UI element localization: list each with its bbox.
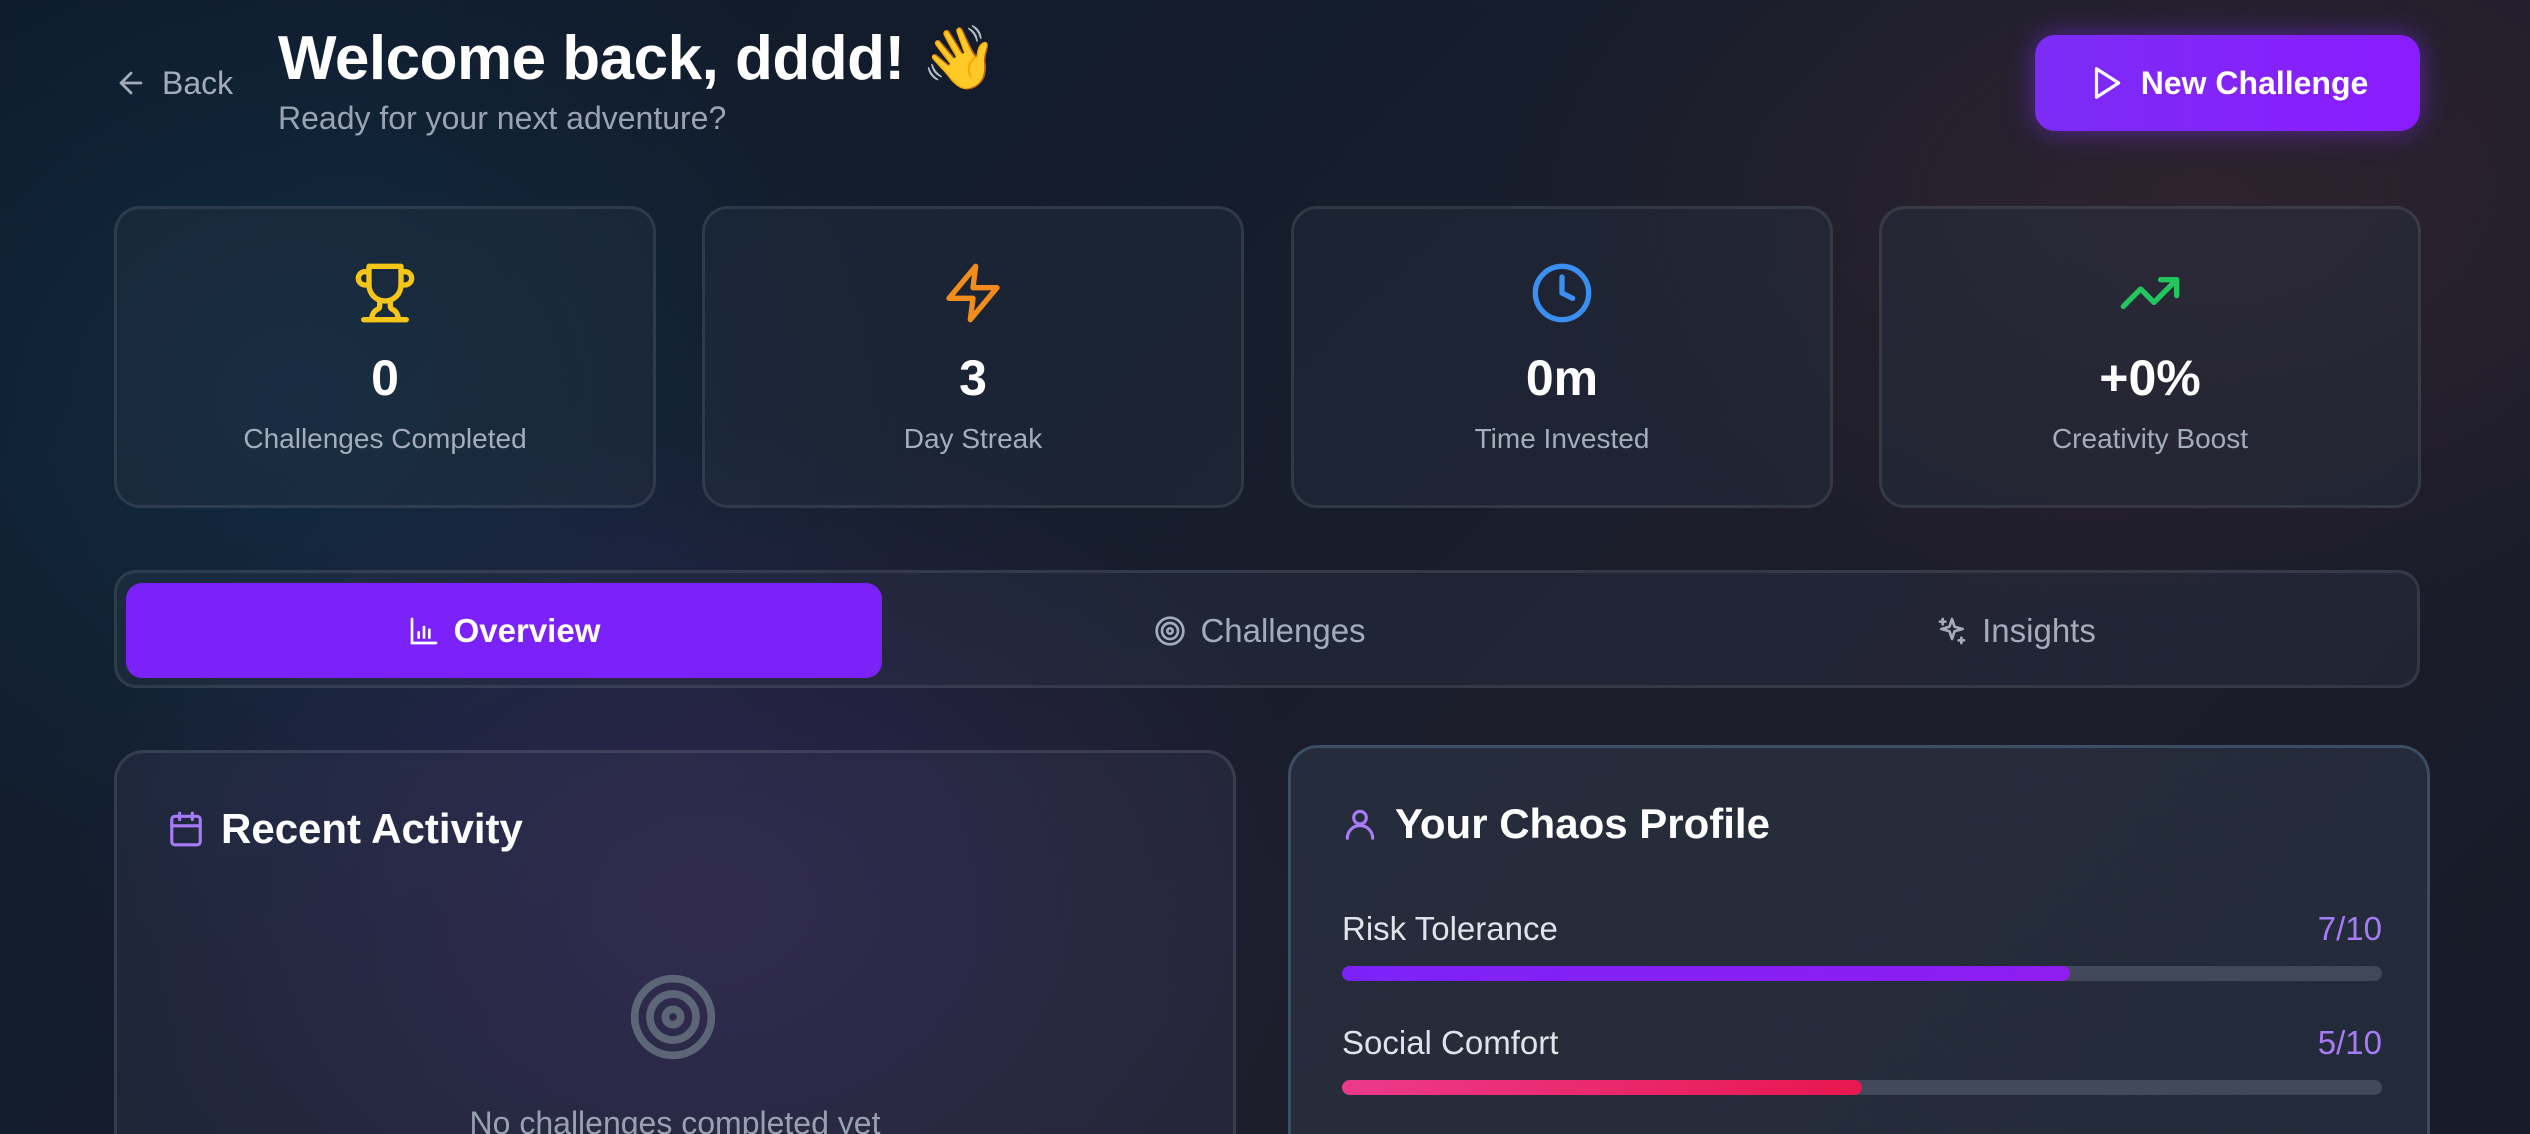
- stat-label: Day Streak: [903, 423, 1043, 454]
- trait-score: 5/10: [2317, 1024, 2382, 1061]
- tab-challenges[interactable]: Challenges: [882, 583, 1638, 678]
- stat-card-time-invested: 0m Time Invested: [1291, 206, 1833, 508]
- trait-social-comfort: Social Comfort 5/10: [1342, 1020, 2382, 1095]
- tab-label: Insights: [1982, 611, 2096, 649]
- recent-activity-panel: Recent Activity No challenges completed …: [114, 750, 1236, 1134]
- tab-label: Overview: [453, 611, 601, 649]
- chaos-profile-panel: Your Chaos Profile Risk Tolerance 7/10 S…: [1288, 745, 2430, 1134]
- stat-label: Creativity Boost: [2051, 423, 2249, 454]
- new-challenge-button[interactable]: New Challenge: [2035, 35, 2420, 131]
- back-label: Back: [162, 64, 234, 101]
- bar-chart-icon: [410, 617, 437, 644]
- chaos-profile-title: Your Chaos Profile: [1395, 800, 1770, 847]
- tab-overview[interactable]: Overview: [126, 583, 882, 678]
- trait-score: 7/10: [2317, 910, 2382, 947]
- stat-value: +0%: [2099, 350, 2201, 406]
- target-icon: [1155, 615, 1186, 646]
- recent-activity-header: Recent Activity: [167, 805, 523, 853]
- trending-up-icon: [2120, 277, 2180, 309]
- trait-name: Social Comfort: [1342, 1024, 1559, 1061]
- stat-card-challenges-completed: 0 Challenges Completed: [114, 206, 656, 508]
- trait-name: Risk Tolerance: [1342, 910, 1558, 947]
- page-subtitle: Ready for your next adventure?: [278, 100, 727, 136]
- stat-card-day-streak: 3 Day Streak: [702, 206, 1244, 508]
- stat-value: 0m: [1525, 350, 1599, 406]
- sparkles-icon: [1938, 617, 1966, 644]
- play-icon: [2094, 67, 2120, 99]
- arrow-left-icon: [119, 71, 143, 95]
- trait-risk-tolerance: Risk Tolerance 7/10: [1342, 906, 2382, 981]
- stat-card-creativity-boost: +0% Creativity Boost: [1879, 206, 2421, 508]
- recent-activity-title: Recent Activity: [221, 805, 523, 852]
- empty-state-text: No challenges completed yet: [469, 1105, 881, 1134]
- tab-label: Challenges: [1200, 611, 1366, 649]
- back-button[interactable]: Back: [114, 58, 233, 108]
- tab-insights[interactable]: Insights: [1638, 583, 2394, 678]
- trait-progress-bar: [1342, 1080, 2382, 1095]
- trait-progress-bar: [1342, 966, 2382, 981]
- new-challenge-label: New Challenge: [2140, 64, 2369, 101]
- lightning-icon: [946, 263, 1000, 323]
- clock-icon: [1532, 263, 1592, 323]
- stat-value: 0: [371, 350, 399, 406]
- user-icon: [1345, 809, 1375, 840]
- stat-value: 3: [959, 350, 987, 406]
- stat-label: Time Invested: [1474, 423, 1650, 454]
- tab-bar: Overview Challenges Insights: [114, 570, 2420, 688]
- calendar-icon: [170, 811, 202, 847]
- page-title: Welcome back, dddd! 👋: [278, 24, 999, 93]
- trait-progress-fill: [1342, 1080, 1862, 1095]
- trait-progress-fill: [1342, 966, 2070, 981]
- trophy-icon: [355, 263, 415, 323]
- target-icon: [630, 974, 716, 1060]
- stat-label: Challenges Completed: [243, 423, 527, 454]
- chaos-profile-header: Your Chaos Profile: [1341, 800, 1770, 848]
